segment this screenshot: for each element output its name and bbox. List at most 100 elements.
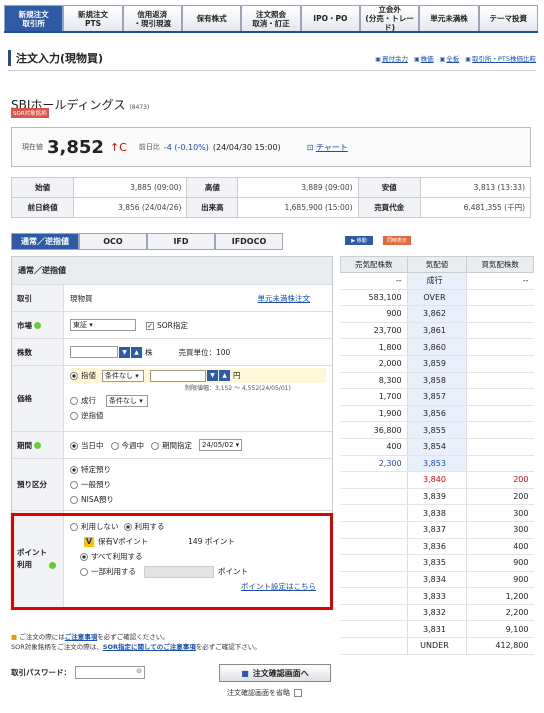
quote-price[interactable]: 3,831 bbox=[406, 620, 468, 639]
nav-margin-repay[interactable]: 信用返済 ・現引現渡 bbox=[122, 5, 182, 31]
price-down-icon[interactable]: ▼ bbox=[207, 370, 218, 381]
period-spec-option[interactable]: 期間指定 bbox=[151, 440, 192, 451]
quote-price[interactable]: 3,855 bbox=[406, 421, 468, 439]
quote-price[interactable]: 3,833 bbox=[406, 587, 468, 605]
date-select[interactable]: 24/05/02 bbox=[199, 439, 243, 451]
qty-down-icon[interactable]: ▼ bbox=[119, 346, 130, 358]
week-option[interactable]: 今週中 bbox=[110, 440, 144, 451]
point-settings-link[interactable]: ポイント設定はこちら bbox=[241, 582, 316, 591]
bid-qty: 300 bbox=[466, 521, 534, 539]
quote-price[interactable]: 3,837 bbox=[406, 521, 468, 539]
quote-price[interactable]: 3,856 bbox=[406, 405, 468, 423]
quote-price[interactable]: 3,832 bbox=[406, 604, 468, 622]
nav-off-floor[interactable]: 立会外 (分売・トレード) bbox=[359, 5, 420, 32]
quote-price[interactable]: 3,862 bbox=[406, 305, 468, 323]
quote-price[interactable]: 3,860 bbox=[406, 338, 468, 356]
qty-up-icon[interactable]: ▲ bbox=[131, 346, 142, 358]
today-option[interactable]: 当日中 bbox=[70, 440, 104, 451]
quote-price[interactable]: 3,861 bbox=[406, 322, 468, 340]
notice-link-1[interactable]: ご注意事項 bbox=[65, 633, 98, 641]
period-label-text: 期間 bbox=[17, 440, 32, 450]
move-button[interactable]: ▶ 移動 bbox=[345, 236, 373, 245]
nav-odd-lot[interactable]: 単元未満株 bbox=[419, 5, 479, 31]
nav-holdings[interactable]: 保有株式 bbox=[181, 5, 242, 31]
password-input[interactable]: ⊘ bbox=[75, 666, 145, 679]
odd-lot-link[interactable]: 単元未満株注文 bbox=[258, 293, 311, 304]
quote-price[interactable]: 3,840 bbox=[406, 471, 468, 489]
quote-price[interactable]: 3,838 bbox=[406, 504, 468, 522]
help-icon[interactable] bbox=[49, 562, 56, 569]
quote-price[interactable]: 3,857 bbox=[406, 388, 468, 406]
buying-power-link[interactable]: 買付余力 bbox=[375, 53, 408, 63]
open-value: 3,885 (09:00) bbox=[73, 177, 188, 198]
quote-price[interactable]: 3,834 bbox=[406, 571, 468, 589]
tab-oco[interactable]: OCO bbox=[79, 233, 147, 250]
point-label-text: ポイント 利用 bbox=[17, 548, 47, 569]
chart-link-text[interactable]: チャート bbox=[316, 143, 348, 152]
use-part-option[interactable]: 一部利用する ポイント bbox=[70, 564, 326, 579]
tab-normal[interactable]: 通常／逆指値 bbox=[11, 233, 79, 250]
tab-ifd[interactable]: IFD bbox=[147, 233, 215, 250]
use-all-option[interactable]: すべて利用する bbox=[70, 549, 326, 564]
market-order-option[interactable]: 成行 条件なし bbox=[70, 393, 326, 408]
points-input[interactable] bbox=[144, 565, 214, 578]
eye-icon[interactable]: ⊘ bbox=[136, 667, 142, 675]
nav-theme-invest[interactable]: テーマ投資 bbox=[478, 5, 538, 31]
market-label-text: 市場 bbox=[17, 320, 32, 330]
ask-qty: 2,000 bbox=[340, 355, 408, 373]
no-use-option[interactable]: 利用しない bbox=[70, 521, 119, 532]
limit-option[interactable]: 指値条件なし ▼▲円 bbox=[70, 368, 326, 383]
bid-qty bbox=[466, 355, 534, 373]
nisa-option[interactable]: NISA預り bbox=[70, 492, 326, 507]
limit-cond-select[interactable]: 条件なし bbox=[102, 369, 144, 382]
quote-price[interactable]: 3,859 bbox=[406, 355, 468, 373]
chart-link[interactable]: ⊡ チャート bbox=[307, 142, 348, 153]
tab-ifdoco[interactable]: IFDOCO bbox=[215, 233, 283, 250]
quote-price[interactable]: 3,854 bbox=[406, 438, 468, 456]
nav-ipo-po[interactable]: IPO・PO bbox=[300, 5, 360, 31]
price-up-icon[interactable]: ▲ bbox=[219, 370, 230, 381]
quote-price[interactable]: OVER bbox=[406, 289, 468, 307]
sor-checkbox[interactable]: ✓ SOR指定 bbox=[146, 320, 188, 331]
quote-price[interactable]: 3,839 bbox=[406, 488, 468, 506]
open-label: 始値 bbox=[10, 177, 75, 198]
help-icon[interactable] bbox=[34, 441, 41, 449]
quote-price[interactable]: 3,858 bbox=[406, 372, 468, 390]
quote-price[interactable]: 3,835 bbox=[406, 554, 468, 572]
full-board-link[interactable]: 全板 bbox=[440, 53, 459, 63]
general-option[interactable]: 一般預り bbox=[70, 477, 326, 492]
confirm-order-button[interactable]: ■ 注文確認画面へ bbox=[219, 664, 331, 682]
qty-label: 株数 bbox=[12, 339, 64, 365]
nav-order-inquiry[interactable]: 注文照会 取消・訂正 bbox=[241, 5, 301, 31]
market-cond-select[interactable]: 条件なし bbox=[106, 394, 148, 407]
v-point-value: 149 ポイント bbox=[188, 537, 235, 546]
stock-price-link[interactable]: 株価 bbox=[414, 53, 434, 63]
board-row: 2,000 3,859 bbox=[340, 355, 534, 373]
point-label: ポイント 利用 bbox=[12, 511, 64, 607]
quote-price[interactable]: UNDER bbox=[406, 637, 468, 655]
sync-display-button[interactable]: 同時表示 bbox=[383, 236, 411, 245]
ask-qty bbox=[340, 637, 408, 655]
nav-new-order-pts[interactable]: 新規注文 PTS bbox=[63, 5, 123, 31]
market-select[interactable]: 東証 bbox=[70, 319, 136, 331]
specific-label: 特定預り bbox=[81, 465, 111, 474]
quote-price[interactable]: 3,836 bbox=[406, 538, 468, 556]
omit-confirm-option[interactable]: 注文確認画面を省略 bbox=[227, 688, 305, 698]
price-compare-link[interactable]: 取引所・PTS株価比較 bbox=[465, 53, 536, 63]
ask-qty: 23,700 bbox=[340, 322, 408, 340]
quote-price[interactable]: 3,853 bbox=[406, 455, 468, 473]
use-option[interactable]: 利用する bbox=[123, 521, 165, 532]
trade-unit: 売買単位：100 bbox=[178, 347, 231, 357]
turnover-value: 6,481,355 (千円) bbox=[419, 197, 532, 218]
stop-option[interactable]: 逆指値 bbox=[70, 408, 326, 423]
help-icon[interactable] bbox=[34, 321, 41, 329]
omit-checkbox[interactable] bbox=[294, 689, 303, 697]
notice-link-2[interactable]: SOR指定に関してのご注意事項 bbox=[103, 643, 196, 651]
price-input[interactable] bbox=[150, 369, 206, 382]
use-part-label: 一部利用する bbox=[91, 567, 136, 576]
nav-new-order-exchange[interactable]: 新規注文 取引所 bbox=[4, 5, 64, 31]
bid-qty bbox=[466, 438, 534, 456]
quote-price[interactable]: 成行 bbox=[406, 272, 468, 290]
specific-option[interactable]: 特定預り bbox=[70, 462, 326, 477]
qty-input[interactable] bbox=[70, 346, 118, 358]
